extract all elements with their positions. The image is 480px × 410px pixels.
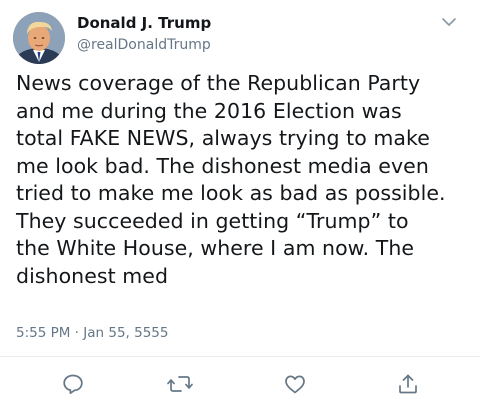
heart-icon <box>285 375 305 394</box>
profile-avatar-icon <box>13 12 65 64</box>
reply-icon <box>63 374 83 395</box>
share-icon <box>399 374 417 394</box>
reply-button[interactable] <box>59 370 87 398</box>
like-button[interactable] <box>281 370 309 398</box>
tweet-actions-bar <box>0 370 480 402</box>
author-handle[interactable]: @realDonaldTrump <box>77 35 211 55</box>
share-button[interactable] <box>394 370 422 398</box>
tweet-timestamp[interactable]: 5:55 PM · Jan 55, 5555 <box>16 324 169 342</box>
chevron-down-icon[interactable] <box>440 14 458 28</box>
tweet-card: Donald J. Trump @realDonaldTrump News co… <box>0 0 480 410</box>
retweet-button[interactable] <box>166 370 194 398</box>
author-display-name[interactable]: Donald J. Trump <box>77 13 211 33</box>
divider <box>0 356 480 357</box>
avatar[interactable] <box>13 12 65 64</box>
retweet-icon <box>167 376 193 392</box>
tweet-text: News coverage of the Republican Party an… <box>16 71 446 288</box>
